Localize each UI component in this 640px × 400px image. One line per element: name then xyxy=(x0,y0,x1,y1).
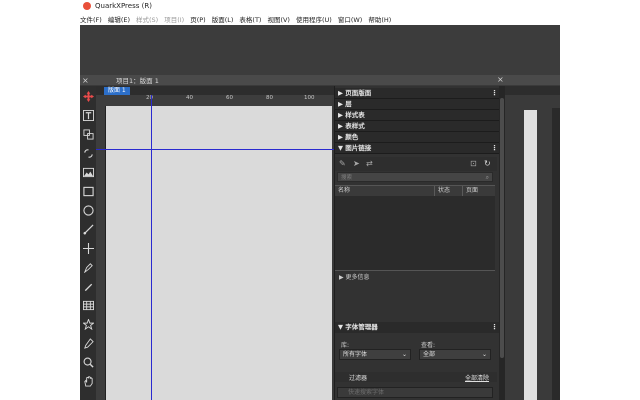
tools-palette xyxy=(80,86,96,400)
menu-file[interactable]: 文件(F) xyxy=(80,14,102,24)
panel-menu-icon[interactable]: ⋮ xyxy=(491,322,498,333)
oval-box-icon[interactable] xyxy=(82,203,94,217)
rectangle-box-icon[interactable] xyxy=(82,184,94,198)
panel-colors-label: ▶ 颜色 xyxy=(338,133,359,141)
export-image-icon[interactable]: ⊡ xyxy=(470,159,477,168)
chevron-down-icon: ⌄ xyxy=(401,351,407,358)
text-linking-icon[interactable] xyxy=(82,127,94,141)
title-bar: QuarkXPress (R) xyxy=(80,0,560,12)
panel-image-links[interactable]: ▼ 图片链接 ⋮ xyxy=(335,143,500,154)
font-search-input[interactable]: 快速搜索字体 xyxy=(337,387,493,398)
panel-menu-icon[interactable]: ⋮ xyxy=(491,88,498,98)
vertical-scrollbar[interactable] xyxy=(552,108,560,400)
library-select-value: 所有字体 xyxy=(343,351,368,358)
picture-content-icon[interactable] xyxy=(82,165,94,179)
panels-dock: ▶ 页面版面 ⋮ ▶ 层 ▶ 样式表 ▶ 表样式 ▶ 颜色 ▼ 图片链接 ⋮ ✎… xyxy=(334,86,505,400)
menu-edit[interactable]: 编辑(E) xyxy=(108,14,130,24)
panel-image-links-label: ▼ 图片链接 xyxy=(338,144,372,152)
panels-scrollbar[interactable] xyxy=(499,86,505,400)
clear-all-link[interactable]: 全部清除 xyxy=(465,373,489,382)
edit-icon[interactable]: ✎ xyxy=(339,159,346,168)
panel-table-styles[interactable]: ▶ 表样式 xyxy=(335,121,500,132)
orthogonal-line-icon[interactable] xyxy=(82,241,94,255)
refresh-icon[interactable]: ↻ xyxy=(484,159,491,168)
column-name[interactable]: 名称 xyxy=(338,186,350,196)
panels-scrollbar-thumb[interactable] xyxy=(500,98,504,358)
image-links-list[interactable] xyxy=(335,196,495,271)
panel-font-manager[interactable]: ▼ 字体管理器 ⋮ xyxy=(335,322,500,333)
font-search-placeholder: 快速搜索字体 xyxy=(348,389,385,396)
bezier-pen-icon[interactable] xyxy=(82,260,94,274)
search-icon: ⌕ xyxy=(485,174,489,181)
panel-layers-label: ▶ 层 xyxy=(338,100,352,108)
image-search-placeholder: 搜索 xyxy=(341,175,353,181)
ruler-mark: 60 xyxy=(226,95,233,101)
menu-utilities[interactable]: 使用程序(U) xyxy=(296,14,332,24)
view-label: 查看: xyxy=(421,342,436,349)
view-select-value: 全部 xyxy=(423,351,436,358)
menu-help[interactable]: 帮助(H) xyxy=(368,14,391,24)
chevron-down-icon: ⌄ xyxy=(481,351,487,358)
relink-icon[interactable]: ⇄ xyxy=(366,159,373,168)
more-info-toggle[interactable]: ▶ 更多信息 xyxy=(339,272,370,281)
measurements-toolbar xyxy=(80,25,560,76)
panel-layers[interactable]: ▶ 层 xyxy=(335,99,500,110)
pan-hand-icon[interactable] xyxy=(82,374,94,388)
ruler-mark: 80 xyxy=(266,95,273,101)
menu-style[interactable]: 样式(S) xyxy=(136,14,158,24)
pasteboard-canvas[interactable] xyxy=(106,106,332,400)
panel-page-layout[interactable]: ▶ 页面版面 ⋮ xyxy=(335,88,500,99)
panel-style-sheets-label: ▶ 样式表 xyxy=(338,111,365,119)
column-page[interactable]: 页面 xyxy=(466,186,478,196)
view-select[interactable]: 全部 ⌄ xyxy=(419,349,491,360)
panel-close-icon[interactable]: × xyxy=(497,75,504,84)
document-title: 项目1：版面 1 xyxy=(116,77,159,85)
text-content-icon[interactable] xyxy=(82,108,94,122)
column-divider[interactable] xyxy=(462,186,463,196)
image-search-input[interactable]: 搜索 ⌕ xyxy=(337,172,493,182)
window-title: QuarkXPress (R) xyxy=(95,2,152,10)
menu-item[interactable]: 项目(I) xyxy=(164,14,184,24)
library-label: 库: xyxy=(341,342,350,349)
quarkxpress-window: QuarkXPress (R) 文件(F) 编辑(E) 样式(S) 项目(I) … xyxy=(80,0,560,400)
tab-layout-1[interactable]: 版面 1 xyxy=(104,87,130,95)
menu-page[interactable]: 页(P) xyxy=(190,14,206,24)
panel-colors[interactable]: ▶ 颜色 xyxy=(335,132,500,143)
zoom-icon[interactable] xyxy=(82,355,94,369)
column-status[interactable]: 状态 xyxy=(438,186,450,196)
table-icon[interactable] xyxy=(82,298,94,312)
library-select[interactable]: 所有字体 ⌄ xyxy=(339,349,411,360)
menu-table[interactable]: 表格(T) xyxy=(239,14,261,24)
show-in-layout-icon[interactable]: ➤ xyxy=(353,159,360,168)
ruler-mark: 100 xyxy=(304,95,315,101)
ruler-mark: 40 xyxy=(186,95,193,101)
panel-menu-icon[interactable]: ⋮ xyxy=(491,143,498,153)
vertical-ruler xyxy=(96,106,106,400)
app-logo-icon xyxy=(83,2,91,10)
panel-page-layout-label: ▶ 页面版面 xyxy=(338,89,372,97)
pencil-icon[interactable] xyxy=(82,279,94,293)
menu-layout[interactable]: 版面(L) xyxy=(212,14,234,24)
move-icon[interactable] xyxy=(82,89,94,103)
close-icon[interactable]: × xyxy=(82,76,89,85)
starburst-icon[interactable] xyxy=(82,317,94,331)
menu-window[interactable]: 窗口(W) xyxy=(338,14,363,24)
menu-bar: 文件(F) 编辑(E) 样式(S) 项目(I) 页(P) 版面(L) 表格(T)… xyxy=(80,12,560,25)
format-painter-icon[interactable] xyxy=(82,336,94,350)
panel-table-styles-label: ▶ 表样式 xyxy=(338,122,365,130)
panel-font-manager-label: ▼ 字体管理器 xyxy=(338,323,378,331)
panel-style-sheets[interactable]: ▶ 样式表 xyxy=(335,110,500,121)
filter-toggle[interactable]: 过滤器 xyxy=(349,373,367,382)
menu-view[interactable]: 视图(V) xyxy=(267,14,290,24)
image-links-toolbar: ✎ ➤ ⇄ ⊡ ↻ xyxy=(335,157,497,171)
vertical-guide[interactable] xyxy=(151,95,152,400)
page-edge xyxy=(524,110,537,400)
line-icon[interactable] xyxy=(82,222,94,236)
text-unlinking-icon[interactable] xyxy=(82,146,94,160)
column-divider[interactable] xyxy=(434,186,435,196)
